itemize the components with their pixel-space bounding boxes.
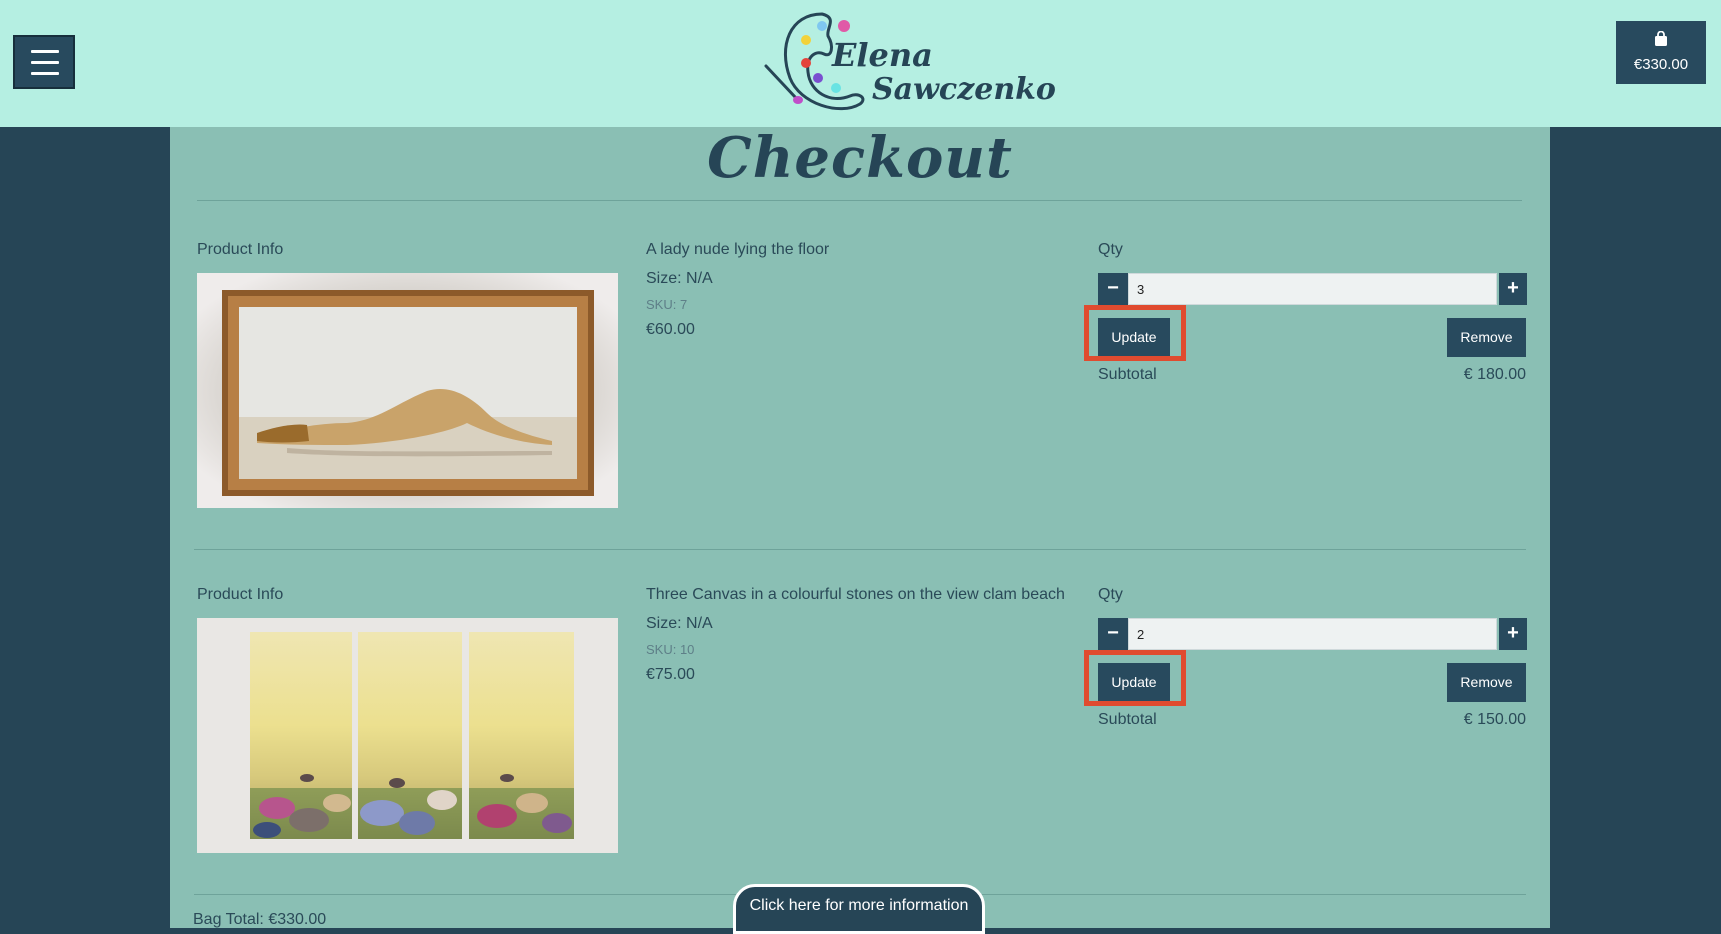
product-size: Size: N/A — [646, 270, 713, 287]
menu-bar — [31, 61, 59, 64]
increment-button[interactable]: + — [1499, 273, 1527, 305]
product-price: €60.00 — [646, 321, 695, 338]
painting-nude-image — [197, 273, 618, 508]
bag-total: Bag Total: €330.00 — [193, 911, 327, 928]
product-size: Size: N/A — [646, 615, 713, 632]
product-name: Three Canvas in a colourful stones on th… — [646, 586, 1065, 603]
cart-item: Product Info Three Canvas in a colourful… — [170, 586, 1550, 906]
product-sku: SKU: 10 — [646, 642, 695, 657]
subtotal-label: Subtotal — [1098, 366, 1157, 383]
decrement-button[interactable]: − — [1098, 618, 1128, 650]
logo-text-line1: Elena — [832, 36, 933, 74]
item-divider — [194, 549, 1526, 550]
logo-text-line2: Sawczenko — [872, 72, 1056, 107]
quantity-input[interactable] — [1128, 273, 1497, 305]
update-button[interactable]: Update — [1098, 318, 1170, 357]
cart-total: €330.00 — [1633, 56, 1689, 73]
site-logo[interactable]: Elena Sawczenko — [760, 6, 1056, 118]
product-sku: SKU: 7 — [646, 297, 688, 312]
product-image[interactable] — [197, 273, 618, 508]
minus-icon: − — [1107, 622, 1119, 644]
quantity-stepper: − + — [1098, 273, 1527, 305]
quantity-input[interactable] — [1128, 618, 1497, 650]
product-price: €75.00 — [646, 666, 695, 683]
remove-button[interactable]: Remove — [1447, 318, 1526, 357]
product-info-label: Product Info — [197, 241, 284, 258]
checkout-content: Checkout Product Info A lady nude lying … — [170, 127, 1550, 928]
plus-icon: + — [1507, 277, 1519, 299]
painting-stones-triptych-image — [197, 618, 618, 853]
page-title: Checkout — [707, 125, 1013, 191]
shopping-bag-button[interactable]: €330.00 — [1616, 21, 1706, 84]
shopping-bag-icon — [1655, 31, 1667, 46]
more-information-button[interactable]: Click here for more information — [733, 884, 985, 934]
qty-label: Qty — [1098, 241, 1123, 258]
subtotal-label: Subtotal — [1098, 711, 1157, 728]
menu-bar — [31, 72, 59, 75]
subtotal-value: € 180.00 — [1463, 366, 1526, 383]
site-header: Elena Sawczenko €330.00 — [0, 0, 1721, 127]
plus-icon: + — [1507, 622, 1519, 644]
update-button[interactable]: Update — [1098, 663, 1170, 702]
cart-item: Product Info A lady nude lying the floor… — [170, 241, 1550, 561]
hamburger-menu-button[interactable] — [13, 35, 75, 89]
remove-button[interactable]: Remove — [1447, 663, 1526, 702]
product-image[interactable] — [197, 618, 618, 853]
menu-bar — [31, 50, 59, 53]
title-divider — [197, 200, 1522, 201]
product-name: A lady nude lying the floor — [646, 241, 830, 258]
subtotal-value: € 150.00 — [1463, 711, 1526, 728]
decrement-button[interactable]: − — [1098, 273, 1128, 305]
increment-button[interactable]: + — [1499, 618, 1527, 650]
minus-icon: − — [1107, 277, 1119, 299]
product-info-label: Product Info — [197, 586, 284, 603]
quantity-stepper: − + — [1098, 618, 1527, 650]
qty-label: Qty — [1098, 586, 1123, 603]
